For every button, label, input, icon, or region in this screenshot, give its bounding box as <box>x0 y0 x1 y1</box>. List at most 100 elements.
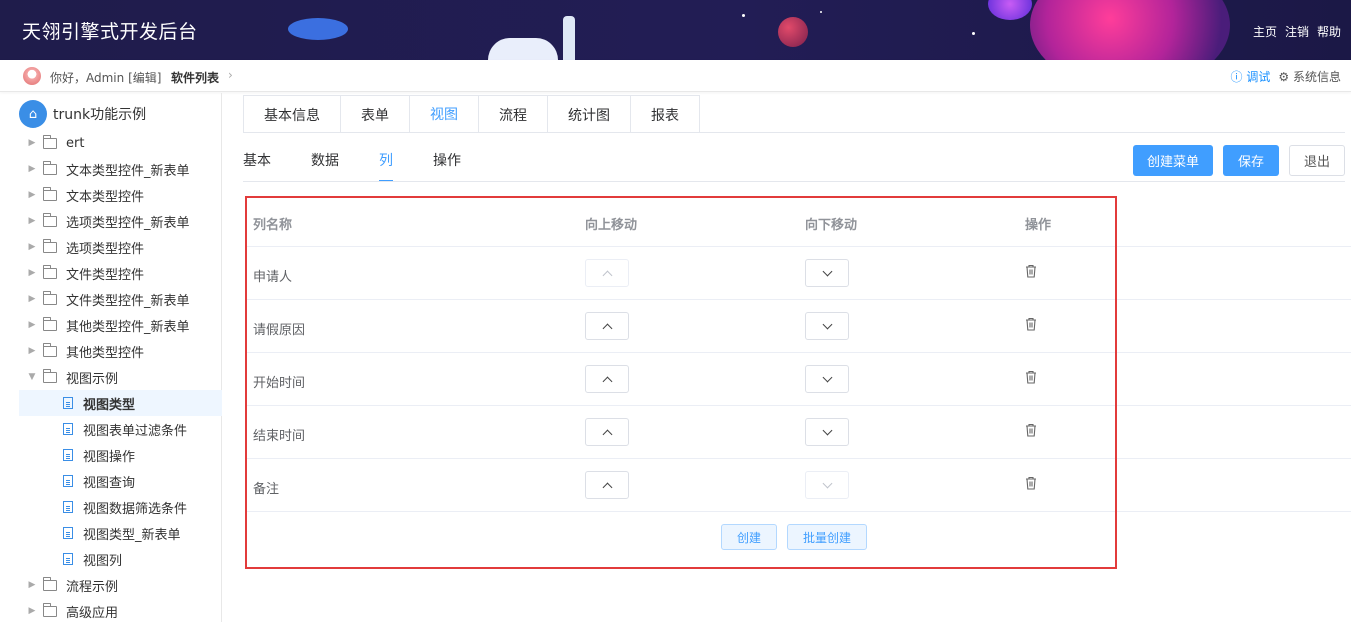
folder-icon <box>43 576 57 591</box>
greeting-text: 你好，Admin <box>50 71 125 85</box>
create-column-button[interactable]: 创建 <box>721 524 777 550</box>
tree-folder-open[interactable]: ▼ 视图示例 <box>19 364 222 390</box>
trash-icon[interactable] <box>1025 264 1037 278</box>
tree-leaf[interactable]: 视图操作 <box>19 442 222 468</box>
move-down-button[interactable] <box>805 259 849 287</box>
move-up-button[interactable] <box>585 312 629 340</box>
subtabs-divider <box>243 181 1345 182</box>
tree-folder[interactable]: ▶ 高级应用 <box>19 598 222 624</box>
caret-right-icon: ▶ <box>28 580 36 590</box>
tree-folder[interactable]: ▶ 文本类型控件 <box>19 182 222 208</box>
tree-folder[interactable]: ▶ 流程示例 <box>19 572 222 598</box>
tree-root-label: trunk功能示例 <box>53 107 147 123</box>
tab-workflow[interactable]: 流程 <box>478 95 548 133</box>
planet-large-decoration <box>1030 0 1230 60</box>
document-icon <box>63 553 73 565</box>
subtab-actions[interactable]: 操作 <box>433 150 461 182</box>
tree-leaf[interactable]: 视图查询 <box>19 468 222 494</box>
chevron-up-icon <box>602 429 612 439</box>
nav-logout-link[interactable]: 注销 <box>1285 23 1309 40</box>
tab-form[interactable]: 表单 <box>340 95 410 133</box>
caret-right-icon: ▶ <box>28 164 36 174</box>
folder-icon <box>43 238 57 253</box>
trash-icon[interactable] <box>1025 317 1037 331</box>
document-icon <box>63 423 73 435</box>
table-row: 备注 <box>246 459 1351 512</box>
caret-down-icon: ▼ <box>28 372 36 382</box>
column-header: 向上移动 <box>585 218 638 233</box>
folder-icon <box>43 160 57 175</box>
tree-leaf[interactable]: 视图数据筛选条件 <box>19 494 222 520</box>
nav-help-link[interactable]: 帮助 <box>1317 23 1341 40</box>
tree-folder[interactable]: ▶ ert <box>19 130 222 156</box>
save-button[interactable]: 保存 <box>1223 145 1279 176</box>
table-row: 请假原因 <box>246 300 1351 353</box>
subtab-columns[interactable]: 列 <box>379 150 393 182</box>
exit-button[interactable]: 退出 <box>1289 145 1345 176</box>
folder-open-icon <box>43 368 57 383</box>
move-up-button[interactable] <box>585 418 629 446</box>
trash-icon[interactable] <box>1025 476 1037 490</box>
app-header: 天翎引擎式开发后台 主页 注销 帮助 <box>0 0 1351 60</box>
document-icon <box>63 449 73 461</box>
avatar[interactable] <box>23 67 41 85</box>
tab-report[interactable]: 报表 <box>630 95 700 133</box>
cloud-decoration <box>488 38 558 60</box>
tab-basic-info[interactable]: 基本信息 <box>243 95 341 133</box>
nav-home-link[interactable]: 主页 <box>1253 23 1277 40</box>
table-row: 开始时间 <box>246 353 1351 406</box>
tree-leaf-label: 视图操作 <box>83 449 136 465</box>
tree-folder[interactable]: ▶ 文件类型控件_新表单 <box>19 286 222 312</box>
column-name: 申请人 <box>253 270 293 285</box>
toolbar-right: ⓘ 调试 ⚙ 系统信息 <box>1231 68 1341 85</box>
tab-statistics-chart[interactable]: 统计图 <box>547 95 631 133</box>
tree-leaf[interactable]: 视图表单过滤条件 <box>19 416 222 442</box>
batch-create-button[interactable]: 批量创建 <box>787 524 867 550</box>
tree-leaf-label: 视图表单过滤条件 <box>83 423 188 439</box>
chevron-up-icon <box>602 270 612 280</box>
document-icon <box>63 527 73 539</box>
move-up-button[interactable] <box>585 365 629 393</box>
breadcrumb-bar: 你好，Admin [编辑] 软件列表 › ⓘ 调试 ⚙ 系统信息 <box>0 60 1351 92</box>
tree-folder-label: 文件类型控件_新表单 <box>66 293 190 309</box>
create-menu-button[interactable]: 创建菜单 <box>1133 145 1213 176</box>
move-down-button[interactable] <box>805 365 849 393</box>
tree-leaf-label: 视图类型 <box>83 397 136 413</box>
tree-folder[interactable]: ▶ 文本类型控件_新表单 <box>19 156 222 182</box>
move-down-button[interactable] <box>805 312 849 340</box>
table-row: 申请人 <box>246 247 1351 300</box>
edit-profile-link[interactable]: [编辑] <box>128 71 161 85</box>
caret-right-icon: ▶ <box>28 346 36 356</box>
caret-right-icon: ▶ <box>28 268 36 278</box>
move-down-button[interactable] <box>805 471 849 499</box>
subtab-basic[interactable]: 基本 <box>243 150 271 182</box>
sidebar-tree: ⌂ trunk功能示例 ▶ ert ▶ 文本类型控件_新表单 ▶ 文本类型控件 ▶ 选项… <box>0 93 222 622</box>
subtab-data[interactable]: 数据 <box>311 150 339 182</box>
tree-folder[interactable]: ▶ 选项类型控件_新表单 <box>19 208 222 234</box>
move-up-button[interactable] <box>585 259 629 287</box>
tree-leaf[interactable]: 视图类型_新表单 <box>19 520 222 546</box>
caret-right-icon: ▶ <box>28 242 36 252</box>
tree-leaf-selected[interactable]: 视图类型 <box>19 390 222 416</box>
folder-icon <box>43 212 57 227</box>
tab-view[interactable]: 视图 <box>409 95 479 133</box>
greeting: 你好，Admin [编辑] <box>50 69 161 86</box>
trash-icon[interactable] <box>1025 370 1037 384</box>
tree-root[interactable]: ⌂ trunk功能示例 <box>19 100 146 128</box>
trash-icon[interactable] <box>1025 423 1037 437</box>
caret-right-icon: ▶ <box>28 216 36 226</box>
move-up-button[interactable] <box>585 471 629 499</box>
tree-folder[interactable]: ▶ 文件类型控件 <box>19 260 222 286</box>
tree-folder-label: 其他类型控件 <box>66 345 145 361</box>
info-icon: ⓘ <box>1230 70 1243 84</box>
debug-label: 调试 <box>1246 70 1271 84</box>
system-info-link[interactable]: ⚙ 系统信息 <box>1278 68 1341 85</box>
document-icon <box>63 397 73 409</box>
tree-folder[interactable]: ▶ 其他类型控件_新表单 <box>19 312 222 338</box>
tree-leaf[interactable]: 视图列 <box>19 546 222 572</box>
tree-folder[interactable]: ▶ 其他类型控件 <box>19 338 222 364</box>
tree-folder[interactable]: ▶ 选项类型控件 <box>19 234 222 260</box>
caret-right-icon: ▶ <box>28 606 36 616</box>
move-down-button[interactable] <box>805 418 849 446</box>
debug-link[interactable]: ⓘ 调试 <box>1231 68 1271 85</box>
